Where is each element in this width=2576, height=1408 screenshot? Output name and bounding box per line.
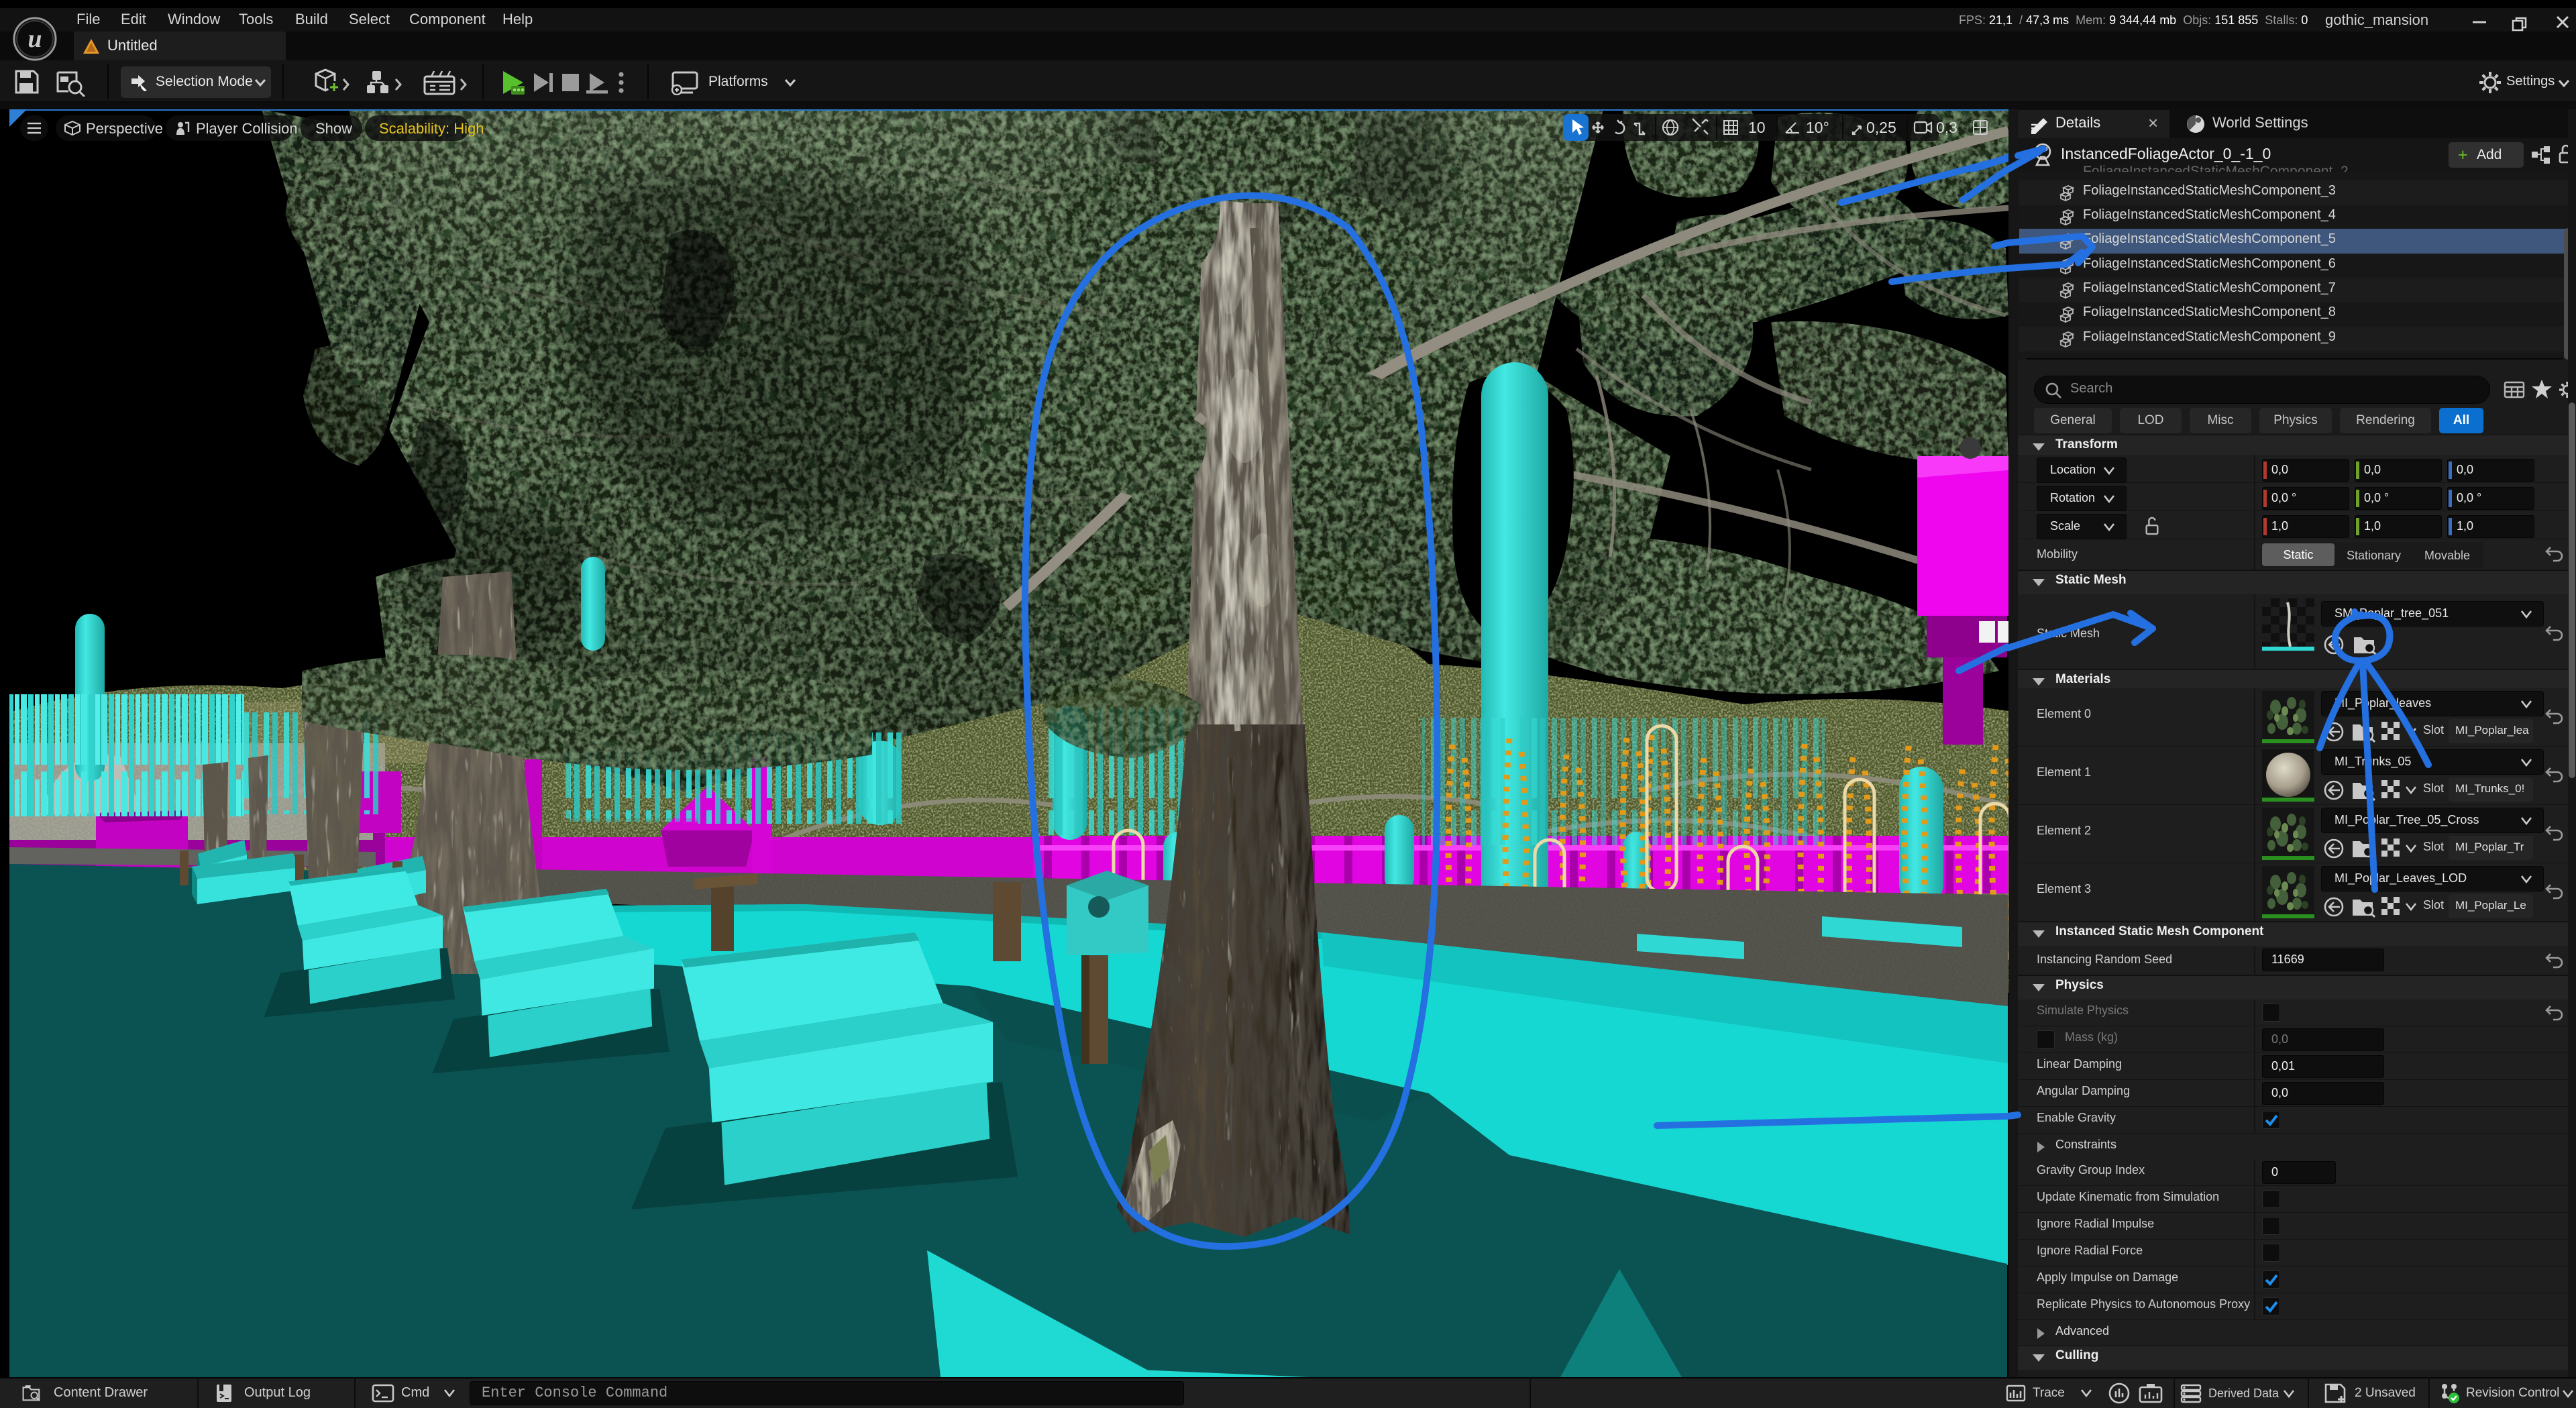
- svg-text:10: 10: [1748, 119, 1766, 136]
- svg-text:0,25: 0,25: [1866, 119, 1896, 136]
- svg-text:u: u: [28, 25, 42, 53]
- svg-text:0,3: 0,3: [1936, 119, 1957, 136]
- svg-text:10°: 10°: [1806, 119, 1829, 136]
